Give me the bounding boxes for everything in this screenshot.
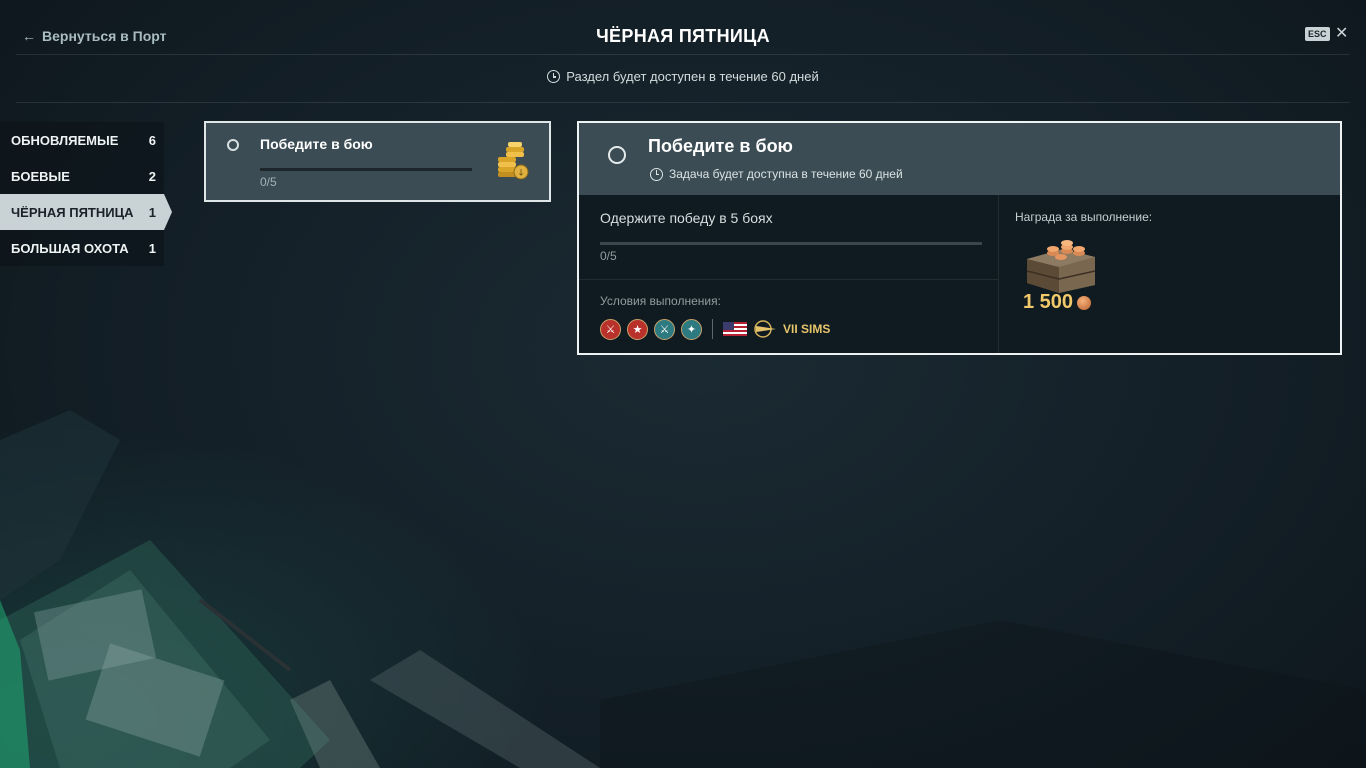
sidebar-item-label: БОЕВЫЕ (11, 168, 70, 184)
reward-label: Награда за выполнение: (1015, 210, 1153, 224)
coal-currency-icon (1077, 295, 1092, 310)
battle-type-icon-2[interactable]: ★ (627, 318, 648, 340)
sidebar-item-black-friday[interactable]: ЧЁРНАЯ ПЯТНИЦА 1 (0, 194, 172, 230)
category-sidebar: ОБНОВЛЯЕМЫЕ 6 БОЕВЫЕ 2 ЧЁРНАЯ ПЯТНИЦА 1 … (0, 122, 172, 266)
svg-text:↓: ↓ (517, 169, 525, 179)
conditions-label: Условия выполнения: (600, 294, 721, 308)
sidebar-item-combat[interactable]: БОЕВЫЕ 2 (0, 158, 164, 194)
sidebar-item-label: ЧЁРНАЯ ПЯТНИЦА (11, 204, 134, 220)
cruiser-class-icon (754, 320, 776, 338)
task-detail-progress-bar (600, 242, 982, 245)
esc-key-hint: ESC (1305, 27, 1330, 41)
reward-section: Награда за выполнение: 1 500 (998, 195, 1340, 353)
sidebar-item-count: 1 (148, 204, 156, 220)
section-availability-text: Раздел будет доступен в течение 60 дней (566, 69, 819, 84)
crate-icon (1026, 240, 1096, 293)
task-detail-header: Победите в бою Задача будет доступна в т… (579, 123, 1340, 195)
battle-type-icon-3[interactable]: ⚔ (654, 318, 675, 340)
section-availability: Раздел будет доступен в течение 60 дней (0, 69, 1366, 84)
task-status-radio (227, 139, 239, 151)
close-icon[interactable]: ✕ (1335, 23, 1348, 43)
reward-amount: 1 500 (1023, 291, 1092, 314)
task-detail-availability-text: Задача будет доступна в течение 60 дней (669, 167, 903, 181)
task-detail-availability: Задача будет доступна в течение 60 дней (650, 167, 903, 181)
page-title: ЧЁРНАЯ ПЯТНИЦА (596, 26, 770, 46)
sidebar-item-count: 2 (148, 168, 156, 184)
battle-type-icon-1[interactable]: ⚔ (600, 318, 621, 340)
header-divider (16, 54, 1350, 55)
task-card-progress-bar (260, 168, 472, 171)
sidebar-item-label: БОЛЬШАЯ ОХОТА (11, 240, 129, 256)
task-detail-status-radio (608, 146, 626, 164)
sidebar-item-updatable[interactable]: ОБНОВЛЯЕМЫЕ 6 (0, 122, 164, 158)
task-card-progress-text: 0/5 (260, 175, 277, 189)
ship-name[interactable]: VII SIMS (783, 322, 830, 336)
sidebar-item-count: 6 (148, 132, 156, 148)
task-card-title: Победите в бою (260, 136, 373, 152)
task-detail-title: Победите в бою (648, 136, 793, 156)
task-objective-section: Одержите победу в 5 боях 0/5 Условия вып… (579, 195, 998, 353)
usa-flag-icon (723, 322, 747, 336)
task-detail-progress-text: 0/5 (600, 249, 617, 263)
background-scene (0, 410, 1366, 768)
sidebar-item-label: ОБНОВЛЯЕМЫЕ (11, 132, 119, 148)
conditions-divider (712, 319, 713, 339)
clock-icon (547, 70, 561, 83)
task-card[interactable]: Победите в бою 0/5 ↓ (204, 121, 551, 202)
clock-icon (650, 167, 663, 181)
task-objective: Одержите победу в 5 боях (600, 210, 773, 226)
sidebar-item-count: 1 (148, 240, 156, 256)
conditions-row: ⚔ ★ ⚔ ✦ VII SIMS (600, 318, 830, 340)
section-divider (579, 279, 998, 280)
coins-icon: ↓ (498, 142, 529, 180)
battle-type-icon-4[interactable]: ✦ (681, 318, 702, 340)
sidebar-item-big-hunt[interactable]: БОЛЬШАЯ ОХОТА 1 (0, 230, 164, 266)
sub-header-divider (16, 102, 1350, 103)
task-detail-panel: Победите в бою Задача будет доступна в т… (577, 121, 1342, 355)
reward-amount-value: 1 500 (1023, 291, 1074, 313)
